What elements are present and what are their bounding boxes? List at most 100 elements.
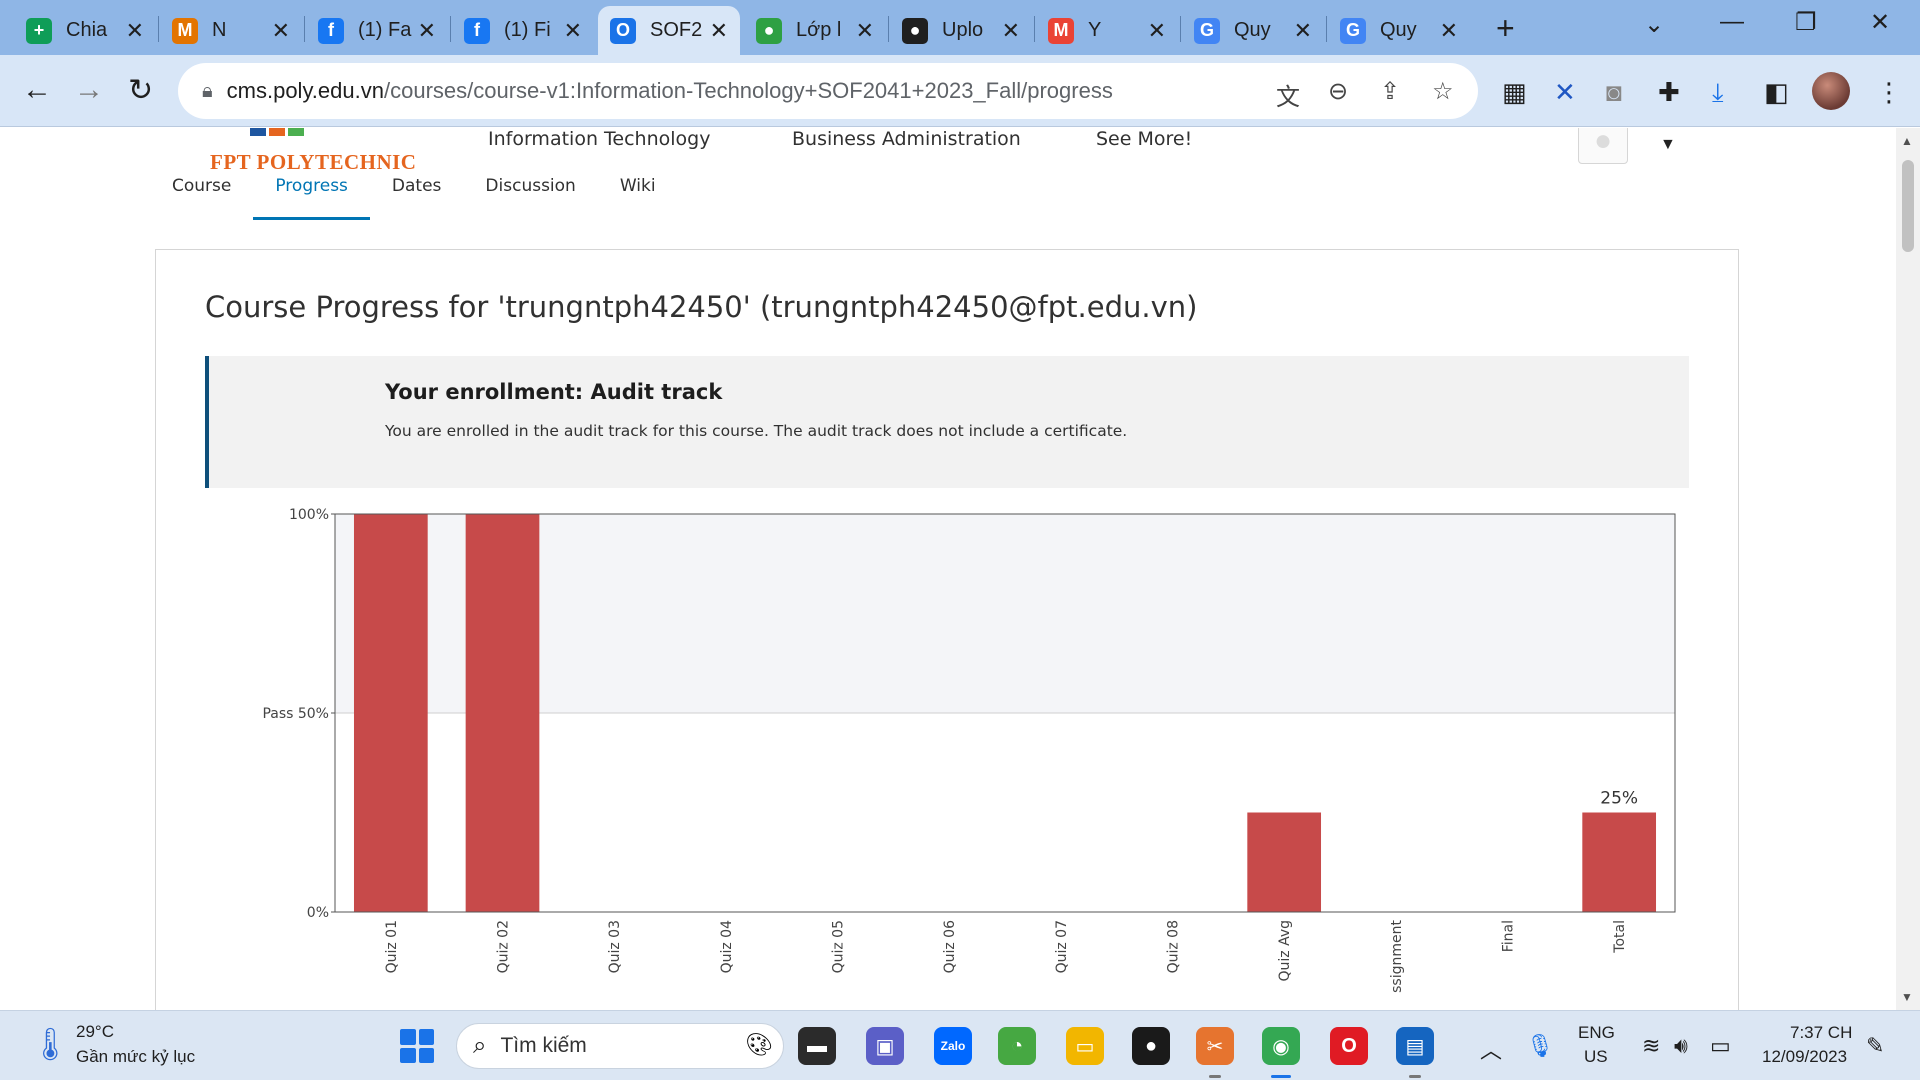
weather-temperature[interactable]: 29°C <box>76 1022 114 1042</box>
zalo-icon[interactable]: Zalo <box>934 1027 972 1065</box>
opera-icon[interactable]: O <box>1330 1027 1368 1065</box>
page-scrollbar[interactable]: ▲ ▼ <box>1896 128 1920 1010</box>
browser-tab[interactable]: f (1) Fa ✕ <box>306 6 448 55</box>
scrollbar-thumb[interactable] <box>1902 160 1914 252</box>
running-indicator <box>1271 1075 1291 1078</box>
browser-tab[interactable]: G Quy ✕ <box>1182 6 1324 55</box>
zoom-icon[interactable]: ⊖ <box>1328 77 1348 106</box>
battery-icon[interactable]: ▭ <box>1710 1033 1731 1059</box>
restore-icon[interactable]: ❐ <box>1795 8 1817 37</box>
x-tick-label: Total <box>1612 920 1628 954</box>
x-tick-label: Final <box>1501 920 1517 952</box>
browser-tab[interactable]: f (1) Fi ✕ <box>452 6 594 55</box>
extensions-puzzle-icon[interactable]: ✚ <box>1658 77 1680 108</box>
tab-close-icon[interactable]: ✕ <box>710 18 728 44</box>
notification-icon[interactable]: ✎ <box>1866 1033 1884 1059</box>
tab-close-icon[interactable]: ✕ <box>1148 18 1166 44</box>
tab-close-icon[interactable]: ✕ <box>126 18 144 44</box>
coccoc-icon[interactable]: ◔ <box>998 1027 1036 1065</box>
start-button-icon[interactable] <box>400 1029 434 1063</box>
tab-progress[interactable]: Progress <box>253 172 370 220</box>
new-tab-button[interactable]: + <box>1496 10 1515 47</box>
browser-tab[interactable]: ● Uplo ✕ <box>890 6 1032 55</box>
address-bar[interactable]: 🔒︎ cms.poly.edu.vn/courses/course-v1:Inf… <box>178 63 1478 119</box>
back-icon[interactable]: ← <box>22 73 52 107</box>
tab-discussion[interactable]: Discussion <box>463 172 597 220</box>
menu-kebab-icon[interactable]: ⋮ <box>1876 77 1902 108</box>
scroll-up-icon[interactable]: ▲ <box>1901 134 1913 148</box>
tray-overflow-icon[interactable]: ︿ <box>1480 1033 1502 1065</box>
tab-search-icon[interactable]: ⌄ <box>1644 10 1664 39</box>
chart-bar <box>1582 812 1657 912</box>
tab-close-icon[interactable]: ✕ <box>272 18 290 44</box>
extension-x-icon[interactable]: ✕ <box>1554 77 1576 108</box>
bookmark-star-icon[interactable]: ☆ <box>1432 77 1454 106</box>
language-line2[interactable]: US <box>1584 1047 1608 1067</box>
side-panel-icon[interactable]: ◧ <box>1764 77 1789 108</box>
forward-icon[interactable]: → <box>74 73 104 107</box>
browser-tab[interactable]: + Chia ✕ <box>14 6 156 55</box>
tab-wiki[interactable]: Wiki <box>598 172 678 220</box>
tab-close-icon[interactable]: ✕ <box>1002 18 1020 44</box>
snipping-icon[interactable]: ✂ <box>1196 1027 1234 1065</box>
x-tick-label: Quiz 04 <box>719 920 735 973</box>
weather-description[interactable]: Gần mức kỷ lục <box>76 1047 195 1067</box>
tab-close-icon[interactable]: ✕ <box>418 18 436 44</box>
tab-title: Chia <box>66 19 108 41</box>
x-tick-label: Quiz 06 <box>942 920 958 973</box>
search-icon: ⌕ <box>473 1032 487 1059</box>
tab-close-icon[interactable]: ✕ <box>1294 18 1312 44</box>
tab-separator <box>1326 16 1327 42</box>
close-window-icon[interactable]: ✕ <box>1870 8 1890 37</box>
clock-date[interactable]: 12/09/2023 <box>1762 1047 1847 1067</box>
translate-icon[interactable]: 文 <box>1276 77 1300 112</box>
tab-title: (1) Fa <box>358 19 412 41</box>
thermometer-icon[interactable]: 🌡︎ <box>30 1025 71 1063</box>
user-avatar[interactable]: ● <box>1578 128 1628 164</box>
browser-tab[interactable]: G Quy ✕ <box>1328 6 1470 55</box>
x-tick-label: Quiz 01 <box>384 920 400 973</box>
volume-icon[interactable]: 🔊︎ <box>1674 1033 1688 1059</box>
data-label: 25% <box>1600 789 1638 809</box>
browser-tab[interactable]: ● Lớp l ✕ <box>744 6 886 55</box>
profile-avatar[interactable] <box>1812 72 1850 110</box>
user-menu-caret-icon[interactable]: ▼ <box>1660 136 1676 154</box>
browser-tab[interactable]: O SOF2 ✕ <box>598 6 740 55</box>
tab-close-icon[interactable]: ✕ <box>856 18 874 44</box>
nav-see-more[interactable]: See More! <box>1096 128 1192 150</box>
browser-tab[interactable]: M N ✕ <box>160 6 302 55</box>
tab-close-icon[interactable]: ✕ <box>564 18 582 44</box>
remote-desktop-icon[interactable]: ▤ <box>1396 1027 1434 1065</box>
microphone-icon[interactable]: 🎙︎ <box>1526 1033 1554 1059</box>
tab-close-icon[interactable]: ✕ <box>1440 18 1458 44</box>
search-placeholder: Tìm kiếm <box>500 1034 587 1057</box>
tab-separator <box>888 16 889 42</box>
file-explorer-dark-icon[interactable]: ▬ <box>798 1027 836 1065</box>
clock-time[interactable]: 7:37 CH <box>1790 1023 1852 1043</box>
reload-icon[interactable]: ↻ <box>128 73 153 108</box>
tab-title: Quy <box>1234 19 1271 41</box>
nav-information-technology[interactable]: Information Technology <box>488 128 710 150</box>
chrome-icon[interactable]: ◉ <box>1262 1027 1300 1065</box>
qr-code-icon[interactable]: ▦ <box>1502 77 1527 108</box>
nav-business-administration[interactable]: Business Administration <box>792 128 1021 150</box>
download-icon[interactable]: ⤓ <box>1712 77 1724 109</box>
x-tick-label: Quiz Avg <box>1277 920 1293 982</box>
wifi-icon[interactable]: ≋ <box>1642 1033 1660 1059</box>
scroll-down-icon[interactable]: ▼ <box>1901 990 1913 1004</box>
tab-course[interactable]: Course <box>150 172 253 220</box>
browser-tab[interactable]: M Y ✕ <box>1036 6 1178 55</box>
tab-separator <box>1180 16 1181 42</box>
minimize-icon[interactable]: — <box>1720 8 1744 36</box>
enrollment-title: Your enrollment: Audit track <box>385 380 723 404</box>
tab-dates[interactable]: Dates <box>370 172 464 220</box>
camera-icon[interactable]: ◙ <box>1606 77 1622 108</box>
teams-icon[interactable]: ▣ <box>866 1027 904 1065</box>
meet-icon: M <box>172 17 198 44</box>
record-icon[interactable]: ● <box>1132 1027 1170 1065</box>
folder-icon[interactable]: ▭ <box>1066 1027 1104 1065</box>
share-icon[interactable]: ⇪ <box>1380 77 1400 106</box>
language-line1[interactable]: ENG <box>1578 1023 1615 1043</box>
url-text: cms.poly.edu.vn/courses/course-v1:Inform… <box>226 78 1113 103</box>
taskbar-search[interactable]: ⌕ Tìm kiếm 🎨︎ <box>456 1023 784 1069</box>
